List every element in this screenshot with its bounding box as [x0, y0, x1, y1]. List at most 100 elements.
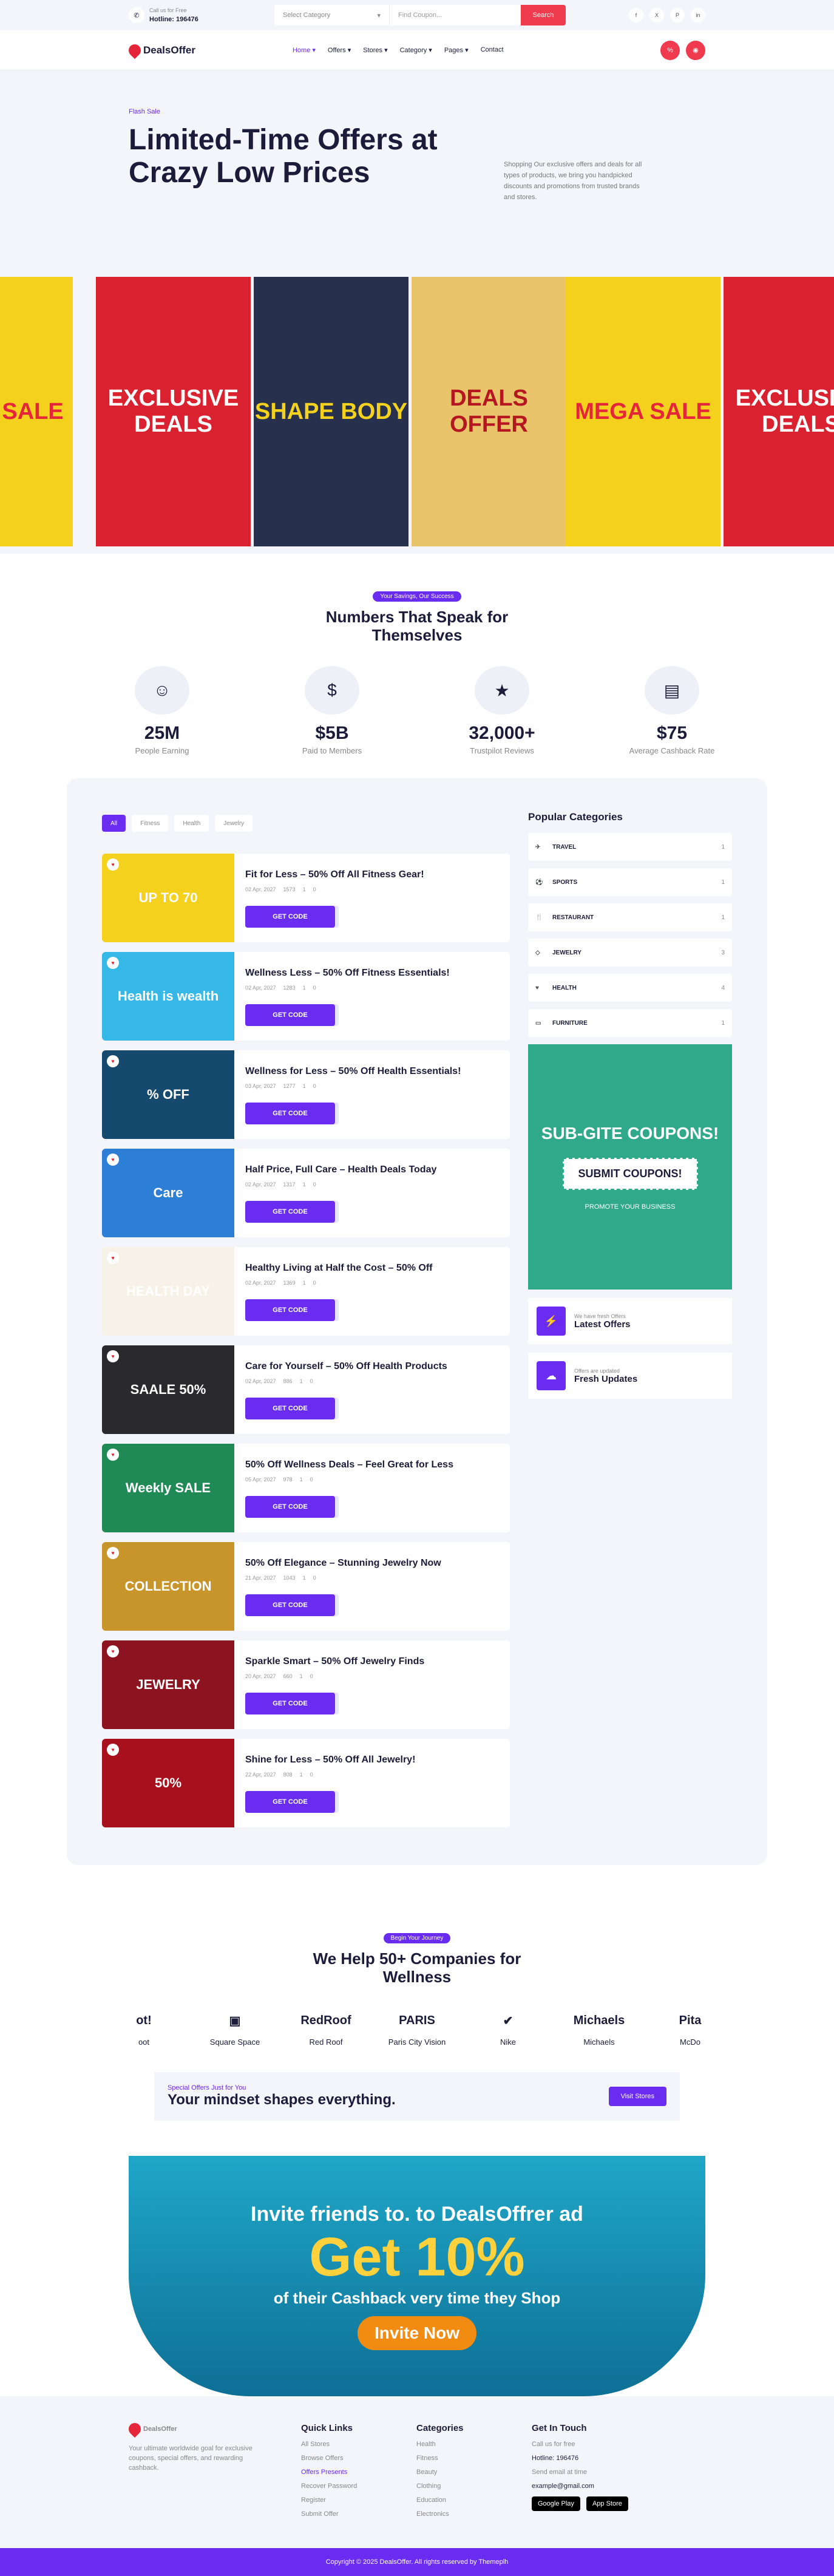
slide-card[interactable]: EXCLUSIVE DEALS	[724, 277, 834, 546]
x-icon[interactable]: X	[649, 8, 664, 22]
company-logo[interactable]: Michaels Michaels	[566, 2004, 632, 2047]
category-select[interactable]: Select Category ▾	[274, 5, 390, 25]
footer-link[interactable]: Health	[416, 2441, 464, 2448]
offer-likes[interactable]: 1	[303, 985, 306, 991]
heart-icon[interactable]: ♥	[107, 1547, 119, 1559]
footer-link[interactable]: Beauty	[416, 2469, 464, 2476]
get-code-button[interactable]: GET CODE	[245, 1004, 335, 1026]
get-code-button[interactable]: GET CODE	[245, 1103, 335, 1124]
offer-likes[interactable]: 1	[303, 1181, 306, 1188]
category-item[interactable]: ⚽ SPORTS 1	[528, 868, 732, 896]
category-item[interactable]: ◇ JEWELRY 3	[528, 939, 732, 967]
offer-title[interactable]: Fit for Less – 50% Off All Fitness Gear!	[245, 869, 424, 880]
menu-pages[interactable]: Pages ▾	[444, 46, 469, 54]
category-item[interactable]: ✈ TRAVEL 1	[528, 833, 732, 861]
get-code-button[interactable]: GET CODE	[245, 1201, 335, 1223]
footer-link[interactable]: Recover Password	[301, 2483, 357, 2490]
category-item[interactable]: 🍴 RESTAURANT 1	[528, 903, 732, 931]
footer-link[interactable]: Fitness	[416, 2455, 464, 2462]
heart-icon[interactable]: ♥	[107, 1744, 119, 1756]
offer-title[interactable]: Healthy Living at Half the Cost – 50% Of…	[245, 1263, 433, 1274]
tab-fitness[interactable]: Fitness	[132, 815, 169, 832]
company-logo[interactable]: PARIS Paris City Vision	[384, 2004, 450, 2047]
slide-card[interactable]: DEALS OFFER	[412, 277, 566, 546]
company-logo[interactable]: RedRoof Red Roof	[293, 2004, 359, 2047]
tab-health[interactable]: Health	[174, 815, 209, 832]
company-logo[interactable]: ✔ Nike	[475, 2004, 541, 2047]
footer-logo[interactable]: DealsOffer	[126, 2420, 262, 2438]
slide-card[interactable]: MEGA SALE	[0, 277, 73, 546]
offer-image[interactable]: % OFF	[102, 1050, 234, 1139]
offer-image[interactable]: 50%	[102, 1739, 234, 1827]
user-icon-button[interactable]: ◉	[686, 40, 705, 60]
footer-link[interactable]: Submit Offer	[301, 2510, 357, 2518]
linkedin-icon[interactable]: in	[691, 8, 705, 22]
offer-image[interactable]: UP TO 70	[102, 854, 234, 942]
get-code-button[interactable]: GET CODE	[245, 1299, 335, 1321]
slide-card[interactable]: SHAPE BODY	[254, 277, 409, 546]
footer-link[interactable]: Offers Presents	[301, 2469, 357, 2476]
company-logo[interactable]: ▣ Square Space	[202, 2004, 268, 2047]
category-item[interactable]: ▭ FURNITURE 1	[528, 1009, 732, 1037]
menu-home[interactable]: Home ▾	[293, 46, 316, 54]
latest-offers-card[interactable]: ⚡ We have fresh Offers Latest Offers	[528, 1298, 732, 1344]
footer-link[interactable]: All Stores	[301, 2441, 357, 2448]
heart-icon[interactable]: ♥	[107, 858, 119, 871]
footer-link[interactable]: Browse Offers	[301, 2455, 357, 2462]
offer-image[interactable]: Health is wealth	[102, 952, 234, 1041]
company-logo[interactable]: ot! oot	[110, 2004, 177, 2047]
coupon-search-input[interactable]: Find Coupon...	[390, 12, 521, 19]
offer-title[interactable]: Half Price, Full Care – Health Deals Tod…	[245, 1164, 436, 1175]
offer-likes[interactable]: 1	[303, 1575, 306, 1581]
offer-title[interactable]: Shine for Less – 50% Off All Jewelry!	[245, 1755, 415, 1765]
offer-image[interactable]: Care	[102, 1149, 234, 1237]
offer-likes[interactable]: 1	[303, 1280, 306, 1286]
offer-likes[interactable]: 1	[303, 1083, 306, 1089]
offer-likes[interactable]: 1	[303, 886, 306, 892]
get-code-button[interactable]: GET CODE	[245, 1398, 335, 1419]
offer-likes[interactable]: 1	[300, 1772, 303, 1778]
offer-title[interactable]: Wellness Less – 50% Off Fitness Essentia…	[245, 968, 450, 979]
fresh-updates-card[interactable]: ☁ Offers are updated Fresh Updates	[528, 1353, 732, 1399]
offer-title[interactable]: Sparkle Smart – 50% Off Jewelry Finds	[245, 1656, 424, 1667]
footer-link[interactable]: Clothing	[416, 2483, 464, 2490]
get-code-button[interactable]: GET CODE	[245, 906, 335, 928]
heart-icon[interactable]: ♥	[107, 1154, 119, 1166]
brand-logo[interactable]: DealsOffer	[126, 41, 195, 59]
footer-link[interactable]: Electronics	[416, 2510, 464, 2518]
heart-icon[interactable]: ♥	[107, 957, 119, 969]
tab-jewelry[interactable]: Jewelry	[215, 815, 253, 832]
tab-all[interactable]: All	[102, 815, 126, 832]
get-code-button[interactable]: GET CODE	[245, 1594, 335, 1616]
offer-likes[interactable]: 1	[300, 1673, 303, 1679]
company-logo[interactable]: Pita McDo	[657, 2004, 724, 2047]
heart-icon[interactable]: ♥	[107, 1449, 119, 1461]
offer-title[interactable]: Wellness for Less – 50% Off Health Essen…	[245, 1066, 461, 1077]
heart-icon[interactable]: ♥	[107, 1645, 119, 1657]
visit-stores-button[interactable]: Visit Stores	[608, 2087, 666, 2106]
offer-image[interactable]: Weekly SALE	[102, 1444, 234, 1532]
offer-likes[interactable]: 1	[300, 1378, 303, 1384]
slide-card[interactable]: MEGA SALE	[566, 277, 720, 546]
get-code-button[interactable]: GET CODE	[245, 1496, 335, 1518]
offer-title[interactable]: 50% Off Elegance – Stunning Jewelry Now	[245, 1558, 441, 1569]
offer-title[interactable]: 50% Off Wellness Deals – Feel Great for …	[245, 1460, 453, 1470]
menu-offers[interactable]: Offers ▾	[328, 46, 351, 54]
menu-stores[interactable]: Stores ▾	[363, 46, 387, 54]
offer-likes[interactable]: 1	[300, 1477, 303, 1483]
offer-image[interactable]: SAALE 50%	[102, 1345, 234, 1434]
menu-category[interactable]: Category ▾	[400, 46, 432, 54]
search-button[interactable]: Search	[521, 5, 566, 25]
category-item[interactable]: ♥ HEALTH 4	[528, 974, 732, 1002]
app-store-button[interactable]: App Store	[586, 2496, 628, 2511]
invite-now-button[interactable]: Invite Now	[357, 2316, 476, 2350]
facebook-icon[interactable]: f	[629, 8, 643, 22]
heart-icon[interactable]: ♥	[107, 1055, 119, 1067]
submit-coupons-button[interactable]: SUBMIT COUPONS!	[562, 1157, 698, 1190]
offer-image[interactable]: JEWELRY	[102, 1640, 234, 1729]
offer-title[interactable]: Care for Yourself – 50% Off Health Produ…	[245, 1361, 447, 1372]
heart-icon[interactable]: ♥	[107, 1252, 119, 1264]
menu-contact[interactable]: Contact	[481, 46, 504, 54]
slide-card[interactable]: EXCLUSIVE DEALS	[96, 277, 251, 546]
offers-icon-button[interactable]: %	[660, 40, 680, 60]
